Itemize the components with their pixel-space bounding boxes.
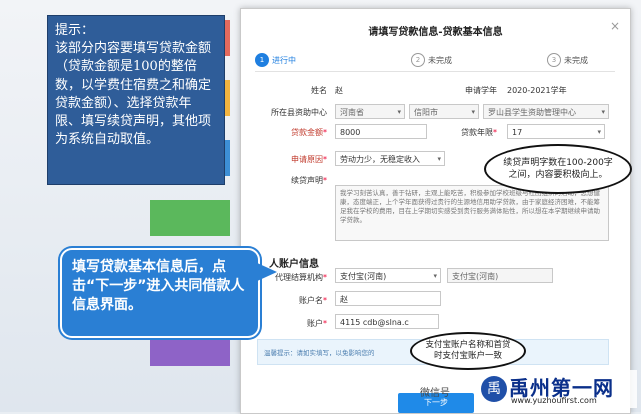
center-select[interactable]: 罗山县学生资助管理中心 ▾: [483, 104, 609, 119]
step-3: 3 未完成: [547, 53, 588, 67]
modal-title: 请填写贷款信息-贷款基本信息: [368, 27, 503, 38]
name-value: 赵: [335, 86, 343, 95]
step-indicator: 1 进行中 2 未完成 3 未完成: [255, 53, 615, 71]
province-value: 河南省: [340, 108, 364, 117]
chevron-down-icon: ▾: [437, 155, 441, 163]
step-3-label: 未完成: [564, 55, 588, 65]
bg-tab-green: [150, 200, 230, 236]
instruction-bubble: 填写贷款基本信息后，点击“下一步”进入共同借款人信息界面。: [60, 248, 260, 338]
reason-select[interactable]: 劳动力少，无稳定收入 ▾: [335, 151, 445, 166]
account-name-value: 赵: [340, 295, 348, 304]
term-value: 17: [512, 128, 523, 137]
agency-value: 支付宝(河南): [340, 272, 387, 281]
agency-select[interactable]: 支付宝(河南) ▾: [335, 268, 441, 283]
site-logo-icon: 禹: [481, 376, 507, 402]
agency-value-2: 支付宝(河南): [452, 272, 499, 281]
name-label: 姓名: [311, 86, 327, 95]
account-name-input[interactable]: 赵: [335, 291, 441, 306]
step-2-number: 2: [411, 53, 425, 67]
year-value: 2020-2021学年: [507, 86, 567, 95]
site-watermark: 禹 禹州第一网 www.yuzhoufirst.com: [479, 370, 637, 408]
close-icon[interactable]: ×: [610, 19, 620, 33]
amount-label: 贷款金额*: [291, 128, 327, 137]
term-select[interactable]: 17 ▾: [507, 124, 605, 139]
city-value: 信阳市: [414, 108, 438, 117]
amount-input[interactable]: 8000: [335, 124, 427, 139]
step-1-number: 1: [255, 53, 269, 67]
amount-value: 8000: [340, 128, 361, 137]
site-url: www.yuzhoufirst.com: [511, 396, 597, 405]
step-1: 1 进行中: [255, 53, 296, 67]
term-label: 贷款年限*: [461, 128, 497, 137]
statement-callout: 续贷声明字数在100-200字之间，内容要积极向上。: [484, 144, 632, 194]
alipay-callout: 支付宝账户名称和首贷时支付宝账户一致: [410, 332, 526, 370]
step-2-label: 未完成: [428, 55, 452, 65]
statement-label: 续贷声明*: [291, 176, 327, 185]
center-label: 所在县资助中心: [271, 108, 327, 117]
bubble-tail: [255, 262, 277, 282]
province-select[interactable]: 河南省 ▾: [335, 104, 405, 119]
instruction-hint-box: 提示： 该部分内容要填写贷款金额（贷款金额是100的整倍数，以学费住宿费之和确定…: [47, 15, 225, 185]
chevron-down-icon: ▾: [397, 108, 401, 116]
center-value: 罗山县学生资助管理中心: [488, 108, 576, 117]
chevron-down-icon: ▾: [433, 272, 437, 280]
account-name-label: 账户名*: [299, 296, 327, 305]
chevron-down-icon: ▾: [471, 108, 475, 116]
reason-label: 申请原因*: [291, 155, 327, 164]
account-input[interactable]: 4115 cdb@slna.c: [335, 314, 439, 329]
step-divider: [255, 71, 615, 72]
year-label: 申请学年: [465, 86, 497, 95]
hint-text: 该部分内容要填写贷款金额（贷款金额是100的整倍数，以学费住宿费之和确定贷款金额…: [55, 41, 212, 148]
account-label: 账户*: [307, 319, 327, 328]
step-2: 2 未完成: [411, 53, 452, 67]
wechat-watermark: 微信号: [420, 388, 450, 399]
reason-value: 劳动力少，无稳定收入: [340, 155, 420, 164]
agency-display: 支付宝(河南): [447, 268, 553, 283]
hint-title: 提示：: [55, 23, 95, 38]
city-select[interactable]: 信阳市 ▾: [409, 104, 479, 119]
chevron-down-icon: ▾: [601, 108, 605, 116]
chevron-down-icon: ▾: [597, 128, 601, 136]
account-value: 4115 cdb@slna.c: [340, 318, 409, 327]
step-3-number: 3: [547, 53, 561, 67]
step-1-label: 进行中: [272, 55, 296, 65]
